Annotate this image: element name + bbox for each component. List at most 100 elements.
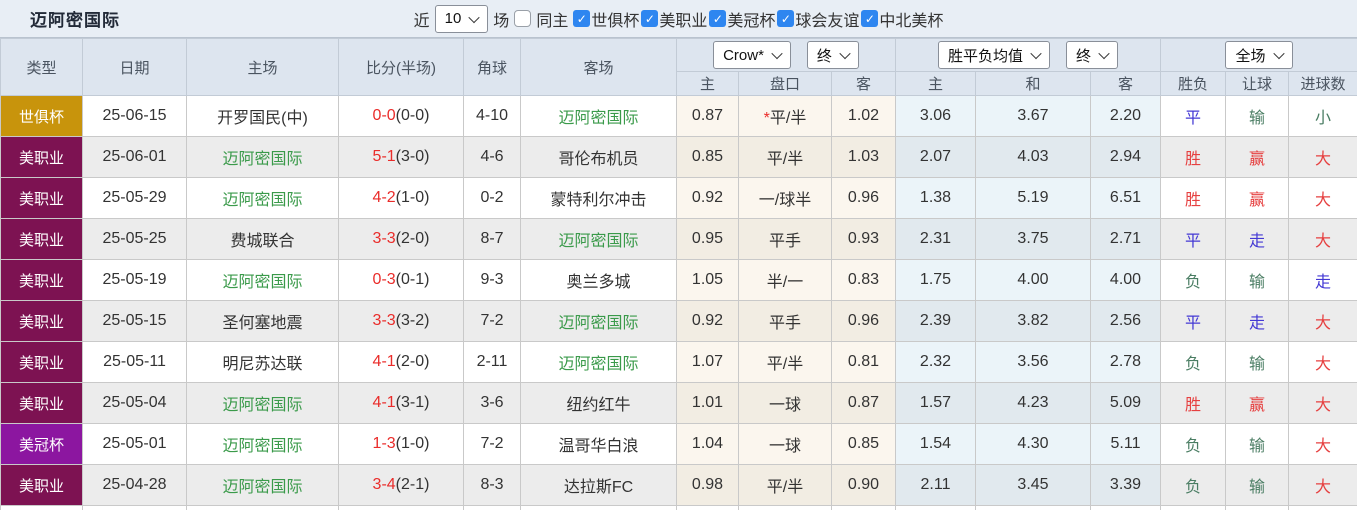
recent-count-select[interactable]: 10	[434, 4, 489, 33]
odds-home-value: 1.05	[676, 259, 739, 301]
table-row: 美职业 25-05-04 迈阿密国际 4-1(3-1) 3-6 纽约红牛 1.0…	[0, 382, 1357, 424]
col-header-mean-draw: 和	[975, 71, 1091, 96]
home-team[interactable]: 明尼苏达联	[186, 341, 339, 383]
league-filter-label: 美职业	[659, 12, 708, 30]
away-team[interactable]: 蒙特利尔冲击	[520, 177, 677, 219]
handicap-cell: *平/半	[738, 95, 832, 137]
col-header-date: 日期	[82, 38, 187, 96]
mean-draw-value: 4.30	[975, 423, 1091, 465]
result-goals-value: 大	[1314, 233, 1331, 250]
score-cell: 0-3(0-1)	[338, 259, 464, 301]
fulltime-score: 0-0	[372, 107, 396, 124]
result-goals: 大	[1288, 136, 1357, 178]
home-team-name: 迈阿密国际	[222, 274, 303, 291]
away-team[interactable]: 迈阿密国际	[520, 300, 677, 342]
recent-label: 近	[413, 12, 430, 30]
handicap-value: 一球	[768, 397, 801, 414]
table-row: 美职业 25-05-19 迈阿密国际 0-3(0-1) 9-3 奥兰多城 1.0…	[0, 259, 1357, 301]
away-team[interactable]: 哥伦布机员	[520, 136, 677, 178]
result-handicap: 输	[1225, 95, 1289, 137]
fulltime-score: 3-4	[372, 476, 396, 493]
mean-draw-value: 3.56	[975, 341, 1091, 383]
match-date: 25-05-19	[82, 259, 187, 301]
league-checkbox[interactable]	[641, 10, 659, 27]
home-team[interactable]: 迈阿密国际	[186, 259, 339, 301]
col-header-type: 类型	[0, 38, 83, 96]
result-wdl: 胜	[1160, 136, 1226, 178]
home-team[interactable]: 迈阿密国际	[186, 136, 339, 178]
home-team-name: 迈阿密国际	[222, 438, 303, 455]
odds-away-value: 0.85	[831, 423, 896, 465]
mean-type-value: 胜平负均值	[947, 47, 1023, 65]
result-goals-value: 大	[1314, 356, 1331, 373]
score-cell: 5-1(3-0)	[338, 136, 464, 178]
mean-away-value: 3.39	[1090, 464, 1161, 506]
mean-home-value: 1.38	[895, 177, 976, 219]
result-goals-value: 大	[1314, 479, 1331, 496]
col-header-score: 比分(半场)	[338, 38, 464, 96]
home-team[interactable]: 迈阿密国际	[186, 423, 339, 465]
league-checkbox[interactable]	[709, 10, 727, 27]
away-team[interactable]: 迈阿密国际	[520, 95, 677, 137]
away-team[interactable]: 纽约红牛	[520, 382, 677, 424]
away-team[interactable]: 奥兰多城	[520, 259, 677, 301]
away-team-name: 迈阿密国际	[558, 356, 639, 373]
home-team[interactable]: 迈阿密国际	[186, 464, 339, 506]
score-cell: 3-3(3-2)	[338, 300, 464, 342]
chevron-down-icon	[771, 47, 783, 60]
away-team[interactable]: 达拉斯FC	[520, 464, 677, 506]
odds-away-value: 1.03	[831, 136, 896, 178]
mean-draw-value: 3.45	[975, 464, 1091, 506]
handicap-value: 一/球半	[758, 192, 812, 209]
mean-draw-value: 5.19	[975, 177, 1091, 219]
handicap-cell: 平/半	[738, 341, 832, 383]
same-home-checkbox[interactable]	[514, 10, 532, 27]
fulltime-score: 4-2	[372, 189, 396, 206]
away-team[interactable]: 温哥华白浪	[520, 423, 677, 465]
league-filter: 美职业	[641, 7, 707, 31]
score-cell: 3-4(2-1)	[338, 464, 464, 506]
result-goals-value: 大	[1314, 192, 1331, 209]
col-header-odds-home: 主	[676, 71, 739, 96]
mean-type-select[interactable]: 胜平负均值	[937, 41, 1050, 69]
bookmaker-select[interactable]: Crow*	[713, 41, 791, 69]
handicap-cell: 半/一	[738, 259, 832, 301]
home-team[interactable]: 开罗国民(中)	[186, 95, 339, 137]
mean-away-value: 2.56	[1090, 300, 1161, 342]
mean-away-value: 5.11	[1090, 423, 1161, 465]
result-handicap-value: 走	[1248, 315, 1265, 332]
league-filter: 中北美杯	[861, 7, 943, 31]
scope-select[interactable]: 全场	[1225, 41, 1293, 69]
handicap-cell: 平手	[738, 300, 832, 342]
home-team[interactable]: 圣何塞地震	[186, 300, 339, 342]
league-checkbox[interactable]	[573, 10, 591, 27]
league-checkbox[interactable]	[861, 10, 879, 27]
score-cell: 0-0(0-0)	[338, 95, 464, 137]
away-team[interactable]: 迈阿密国际	[520, 341, 677, 383]
odds-state-select[interactable]: 终	[806, 41, 859, 69]
competition-type-cell: 美职业	[0, 218, 83, 260]
home-team-name: 费城联合	[230, 233, 295, 250]
result-wdl-value: 负	[1184, 274, 1201, 291]
match-date: 25-06-01	[82, 136, 187, 178]
halftime-score: (0-1)	[395, 271, 430, 288]
odds-away-value: 0.83	[831, 259, 896, 301]
fulltime-score: 4-1	[372, 394, 396, 411]
odds-home-value: 0.92	[676, 177, 739, 219]
home-team[interactable]: 迈阿密国际	[186, 382, 339, 424]
home-team[interactable]: 费城联合	[186, 218, 339, 260]
mean-state-select[interactable]: 终	[1066, 41, 1119, 69]
chevron-down-icon	[1098, 47, 1110, 60]
away-team[interactable]: 迈阿密国际	[520, 218, 677, 260]
home-team[interactable]: 迈阿密国际	[186, 177, 339, 219]
league-checkbox[interactable]	[777, 10, 795, 27]
corner-score: 2-11	[463, 341, 521, 383]
mean-home-value: 2.39	[895, 300, 976, 342]
odds-home-value: 1.07	[676, 341, 739, 383]
bookmaker-select-value: Crow*	[723, 46, 764, 64]
halftime-score: (2-1)	[395, 476, 430, 493]
mean-draw-value: 3.82	[975, 300, 1091, 342]
mean-away-value: 2.71	[1090, 218, 1161, 260]
result-handicap-value: 输	[1248, 110, 1265, 127]
fulltime-score: 4-1	[372, 353, 396, 370]
